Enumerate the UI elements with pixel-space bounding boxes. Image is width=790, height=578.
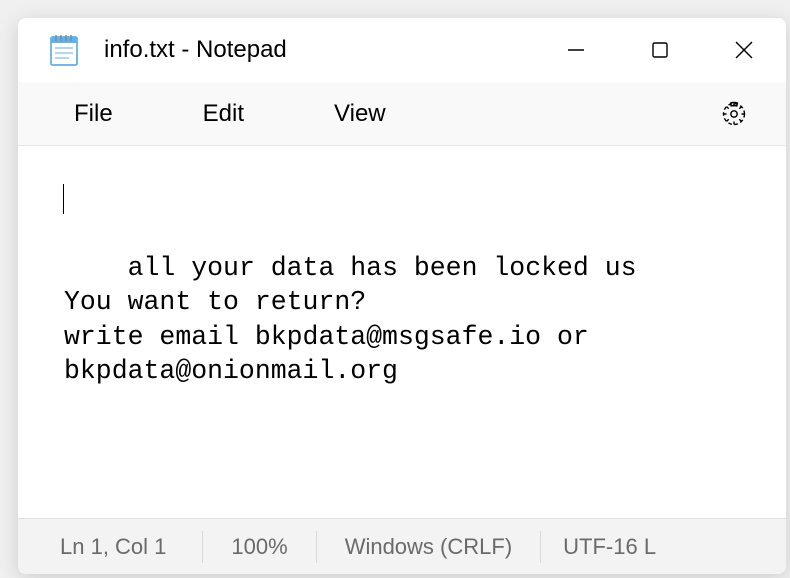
text-cursor bbox=[63, 184, 64, 214]
menu-edit[interactable]: Edit bbox=[187, 92, 260, 136]
minimize-button[interactable] bbox=[534, 18, 618, 82]
text-editor[interactable]: all your data has been locked us You wan… bbox=[18, 146, 786, 518]
notepad-window: info.txt - Notepad File Edit View bbox=[18, 18, 786, 574]
close-button[interactable] bbox=[702, 18, 786, 82]
status-zoom[interactable]: 100% bbox=[203, 531, 316, 563]
titlebar: info.txt - Notepad bbox=[18, 18, 786, 82]
settings-button[interactable] bbox=[716, 96, 752, 132]
notepad-icon bbox=[48, 32, 80, 68]
menu-file[interactable]: File bbox=[58, 92, 129, 136]
menu-view[interactable]: View bbox=[318, 92, 402, 136]
menubar: File Edit View bbox=[18, 82, 786, 146]
window-controls bbox=[534, 18, 786, 82]
status-position: Ln 1, Col 1 bbox=[60, 531, 203, 563]
status-line-ending: Windows (CRLF) bbox=[317, 531, 541, 563]
editor-content: all your data has been locked us You wan… bbox=[64, 253, 637, 386]
window-title: info.txt - Notepad bbox=[104, 36, 287, 64]
maximize-button[interactable] bbox=[618, 18, 702, 82]
status-encoding: UTF-16 L bbox=[541, 531, 678, 563]
statusbar: Ln 1, Col 1 100% Windows (CRLF) UTF-16 L bbox=[18, 518, 786, 574]
